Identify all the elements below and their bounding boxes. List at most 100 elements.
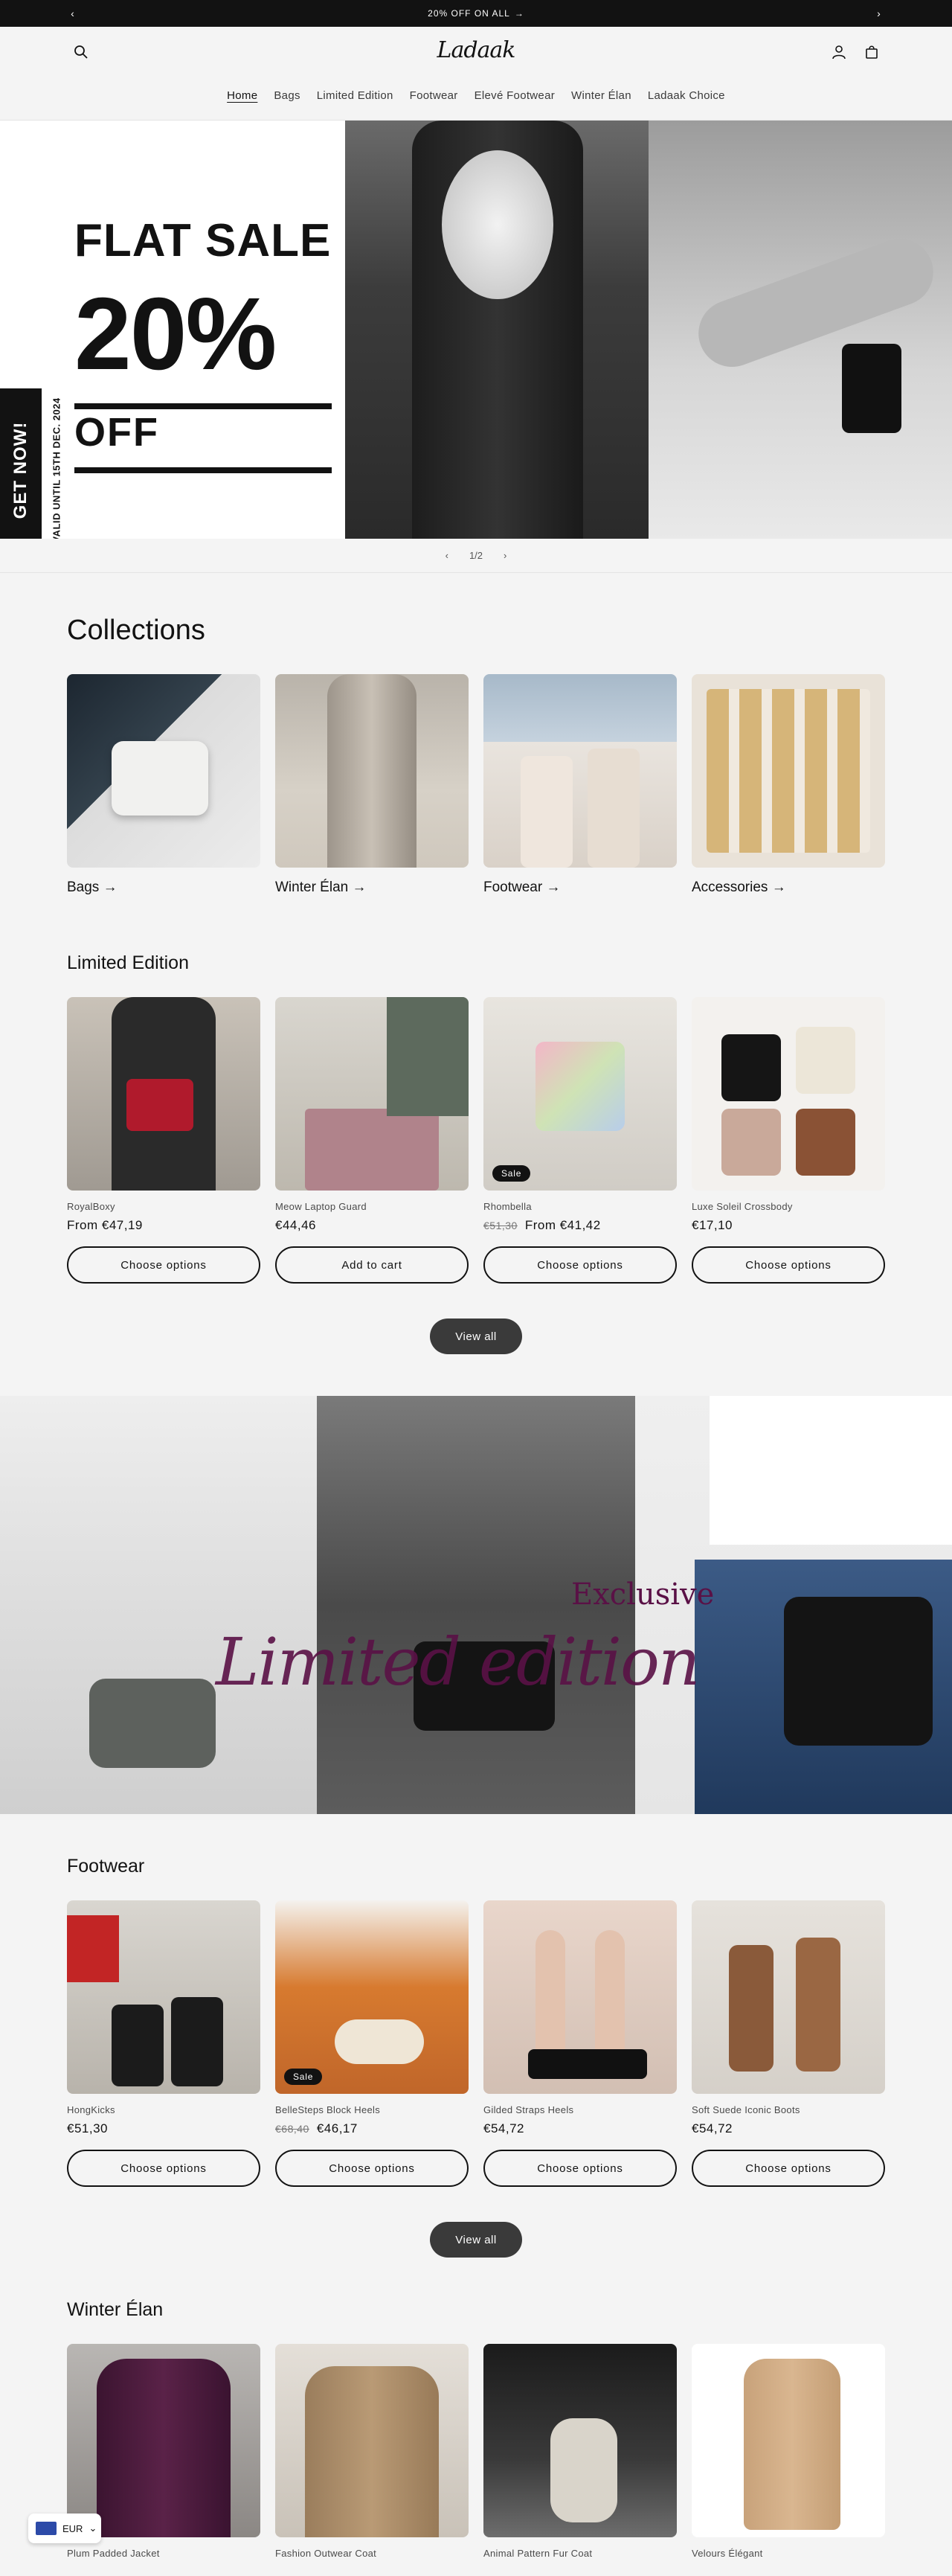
product-image[interactable]: Sale [483,997,677,1191]
announcement-text: 20% OFF ON ALL [428,8,510,19]
product-card[interactable]: RoyalBoxy From €47,19 Choose options [67,997,260,1284]
nav-ladaak-choice[interactable]: Ladaak Choice [640,89,733,102]
collections-grid: Bags → Winter Élan → Footwear → Accessor… [67,674,885,896]
product-name[interactable]: Soft Suede Iconic Boots [692,2104,885,2115]
product-name[interactable]: HongKicks [67,2104,260,2115]
choose-options-button[interactable]: Choose options [692,1246,885,1284]
product-name[interactable]: Plum Padded Jacket [67,2548,260,2559]
price-current: €51,30 [67,2121,108,2136]
product-price: €17,10 [692,1218,885,1233]
product-image[interactable] [67,1900,260,2094]
collection-label[interactable]: Footwear → [483,880,677,896]
product-card[interactable]: HongKicks €51,30 Choose options [67,1900,260,2187]
choose-options-button[interactable]: Choose options [483,1246,677,1284]
product-price: €54,72 [483,2121,677,2136]
price-current: From €41,42 [524,1218,601,1232]
slide-next-icon[interactable]: › [504,550,506,561]
nav-footwear[interactable]: Footwear [402,89,466,102]
limited-edition-banner[interactable] [0,1396,952,1814]
product-image[interactable] [692,2344,885,2537]
choose-options-button[interactable]: Choose options [67,1246,260,1284]
collection-label[interactable]: Accessories → [692,880,885,896]
product-name[interactable]: Velours Élégant [692,2548,885,2559]
product-image[interactable] [483,1900,677,2094]
slide-counter: 1/2 [469,550,483,561]
divider [74,403,332,409]
nav-bags[interactable]: Bags [266,89,308,102]
collection-card-winter-elan[interactable]: Winter Élan → [275,674,469,896]
slideshow-controls: ‹ 1/2 › [0,539,952,573]
price-current: From €47,19 [67,1218,143,1232]
product-card[interactable]: Gilded Straps Heels €54,72 Choose option… [483,1900,677,2187]
collection-card-bags[interactable]: Bags → [67,674,260,896]
product-image[interactable] [67,2344,260,2537]
view-all-button[interactable]: View all [430,2222,522,2258]
product-name[interactable]: Meow Laptop Guard [275,1201,469,1212]
product-price: €51,30 [67,2121,260,2136]
add-to-cart-button[interactable]: Add to cart [275,1246,469,1284]
hero-valid-text: VALID UNTIL 15TH DEC. 2024 [51,397,62,539]
product-image[interactable] [275,2344,469,2537]
hero-image-jacket [345,121,649,539]
product-price: From €47,19 [67,1218,260,1233]
product-card[interactable]: Luxe Soleil Crossbody €17,10 Choose opti… [692,997,885,1284]
collection-card-accessories[interactable]: Accessories → [692,674,885,896]
winter-grid: Plum Padded Jacket Fashion Outwear Coat … [67,2344,885,2559]
product-image[interactable] [483,2344,677,2537]
announcement-message[interactable]: 20% OFF ON ALL → [428,8,524,19]
price-current: €44,46 [275,1218,316,1232]
arrow-right-icon: → [514,8,524,19]
product-name[interactable]: Animal Pattern Fur Coat [483,2548,677,2559]
search-icon[interactable] [72,43,90,61]
collection-label[interactable]: Bags → [67,880,260,896]
nav-winter-elan[interactable]: Winter Élan [563,89,640,102]
main-nav: Home Bags Limited Edition Footwear Elevé… [0,89,952,102]
currency-code: EUR [62,2522,83,2534]
product-card[interactable]: Meow Laptop Guard €44,46 Add to cart [275,997,469,1284]
product-image[interactable]: Sale [275,1900,469,2094]
product-card[interactable]: Soft Suede Iconic Boots €54,72 Choose op… [692,1900,885,2187]
currency-selector[interactable]: EUR ⌄ [28,2513,101,2543]
collections-title: Collections [67,615,205,646]
product-image[interactable] [67,997,260,1191]
site-logo[interactable]: Ladaak [402,37,550,63]
winter-title: Winter Élan [67,2299,164,2320]
product-card[interactable]: Animal Pattern Fur Coat [483,2344,677,2559]
product-image[interactable] [692,1900,885,2094]
get-now-button[interactable]: GET NOW! [0,388,42,539]
announcement-prev-icon[interactable]: ‹ [60,0,86,27]
product-card[interactable]: Sale Rhombella €51,30 From €41,42 Choose … [483,997,677,1284]
choose-options-button[interactable]: Choose options [275,2150,469,2187]
choose-options-button[interactable]: Choose options [483,2150,677,2187]
product-name[interactable]: Rhombella [483,1201,677,1212]
hero-off: OFF [74,410,159,455]
account-icon[interactable] [830,43,848,61]
product-card[interactable]: Fashion Outwear Coat [275,2344,469,2559]
choose-options-button[interactable]: Choose options [67,2150,260,2187]
nav-home[interactable]: Home [219,89,266,102]
product-image[interactable] [275,997,469,1191]
product-name[interactable]: BelleSteps Block Heels [275,2104,469,2115]
nav-eleve-footwear[interactable]: Elevé Footwear [466,89,563,102]
nav-limited-edition[interactable]: Limited Edition [309,89,402,102]
announcement-next-icon[interactable]: › [866,0,892,27]
product-card[interactable]: Velours Élégant [692,2344,885,2559]
hero-percent: 20% [74,277,277,391]
choose-options-button[interactable]: Choose options [692,2150,885,2187]
slide-prev-icon[interactable]: ‹ [446,550,448,561]
price-old: €51,30 [483,1220,518,1231]
footwear-title: Footwear [67,1856,145,1877]
collection-card-footwear[interactable]: Footwear → [483,674,677,896]
view-all-button[interactable]: View all [430,1319,522,1354]
hero-slideshow[interactable]: GET NOW! VALID UNTIL 15TH DEC. 2024 FLAT… [0,121,952,539]
product-name[interactable]: RoyalBoxy [67,1201,260,1212]
product-image[interactable] [692,997,885,1191]
product-name[interactable]: Gilded Straps Heels [483,2104,677,2115]
cart-icon[interactable] [863,43,881,61]
footwear-grid: HongKicks €51,30 Choose options Sale Bel… [67,1900,885,2187]
price-current: €54,72 [483,2121,524,2136]
product-card[interactable]: Sale BelleSteps Block Heels €68,40 €46,17… [275,1900,469,2187]
product-name[interactable]: Fashion Outwear Coat [275,2548,469,2559]
collection-label[interactable]: Winter Élan → [275,880,469,896]
product-name[interactable]: Luxe Soleil Crossbody [692,1201,885,1212]
